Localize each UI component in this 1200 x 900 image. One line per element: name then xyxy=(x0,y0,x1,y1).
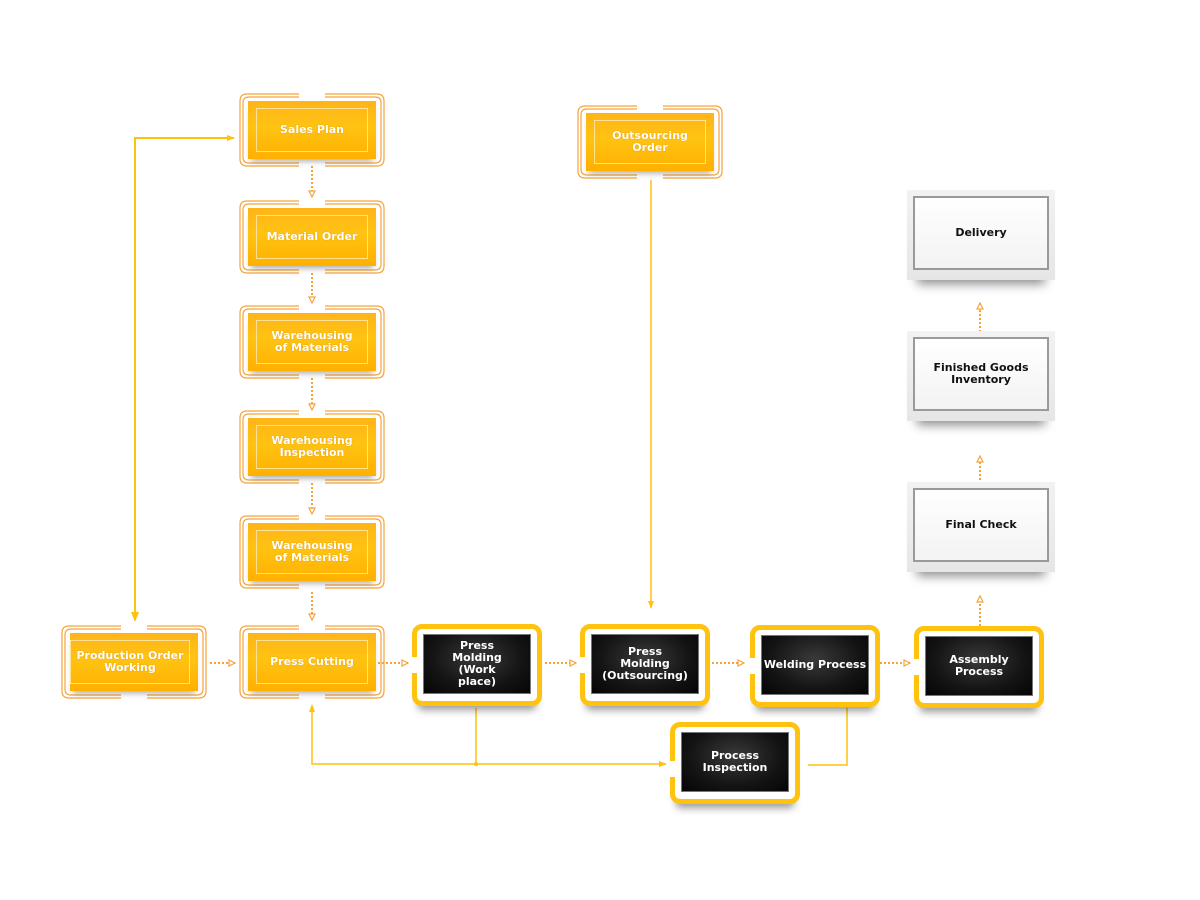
frame-gap xyxy=(579,657,587,673)
node-outsourcing-order[interactable]: Outsourcing Order xyxy=(577,105,723,179)
node-label: Production Order Working xyxy=(70,640,190,684)
node-label: Press Molding (Outsourcing) xyxy=(591,634,699,694)
node-warehousing-inspection[interactable]: Warehousing Inspection xyxy=(239,410,385,484)
node-welding-process[interactable]: Welding Process xyxy=(749,625,880,707)
node-label: Delivery xyxy=(913,196,1049,270)
node-assembly-process[interactable]: Assembly Process xyxy=(913,626,1044,708)
frame-gap xyxy=(411,657,419,673)
node-label: Warehousing of Materials xyxy=(256,320,368,364)
node-body: Warehousing of Materials xyxy=(248,313,376,371)
node-warehousing-materials-1[interactable]: Warehousing of Materials xyxy=(239,305,385,379)
node-press-molding-out[interactable]: Press Molding (Outsourcing) xyxy=(579,624,710,706)
node-label: Finished Goods Inventory xyxy=(913,337,1049,411)
node-body: Press Cutting xyxy=(248,633,376,691)
node-label: Warehousing Inspection xyxy=(256,425,368,469)
node-body: Warehousing Inspection xyxy=(248,418,376,476)
frame-gap xyxy=(913,659,921,675)
node-body: Warehousing of Materials xyxy=(248,523,376,581)
node-label: Material Order xyxy=(256,215,368,259)
frame-gap xyxy=(669,761,677,777)
edge-molding-work-to-inspection xyxy=(475,708,667,767)
node-finished-goods[interactable]: Finished Goods Inventory xyxy=(907,331,1055,421)
edge-inspection-to-press-cutting xyxy=(309,704,476,765)
node-press-cutting[interactable]: Press Cutting xyxy=(239,625,385,699)
node-process-inspection[interactable]: Process Inspection xyxy=(669,722,800,804)
node-warehousing-materials-2[interactable]: Warehousing of Materials xyxy=(239,515,385,589)
node-label: Process Inspection xyxy=(681,732,789,792)
node-production-order[interactable]: Production Order Working xyxy=(61,625,207,699)
frame-gap xyxy=(749,658,757,674)
node-body: Sales Plan xyxy=(248,101,376,159)
node-label: Warehousing of Materials xyxy=(256,530,368,574)
node-label: Press Molding (Work place) xyxy=(423,634,531,694)
edge-production-to-sales-plan xyxy=(134,135,235,620)
node-body: Production Order Working xyxy=(70,633,198,691)
arrowhead-production-order xyxy=(131,612,139,622)
node-label: Assembly Process xyxy=(925,636,1033,696)
node-delivery[interactable]: Delivery xyxy=(907,190,1055,280)
node-label: Press Cutting xyxy=(256,640,368,684)
node-label: Outsourcing Order xyxy=(594,120,706,164)
edge-welding-to-inspection xyxy=(808,708,848,766)
node-label: Final Check xyxy=(913,488,1049,562)
node-body: Outsourcing Order xyxy=(586,113,714,171)
node-label: Sales Plan xyxy=(256,108,368,152)
node-sales-plan[interactable]: Sales Plan xyxy=(239,93,385,167)
node-label: Welding Process xyxy=(761,635,869,695)
node-material-order[interactable]: Material Order xyxy=(239,200,385,274)
node-press-molding-work[interactable]: Press Molding (Work place) xyxy=(411,624,542,706)
node-final-check[interactable]: Final Check xyxy=(907,482,1055,572)
junction-dot xyxy=(474,762,478,766)
node-body: Material Order xyxy=(248,208,376,266)
